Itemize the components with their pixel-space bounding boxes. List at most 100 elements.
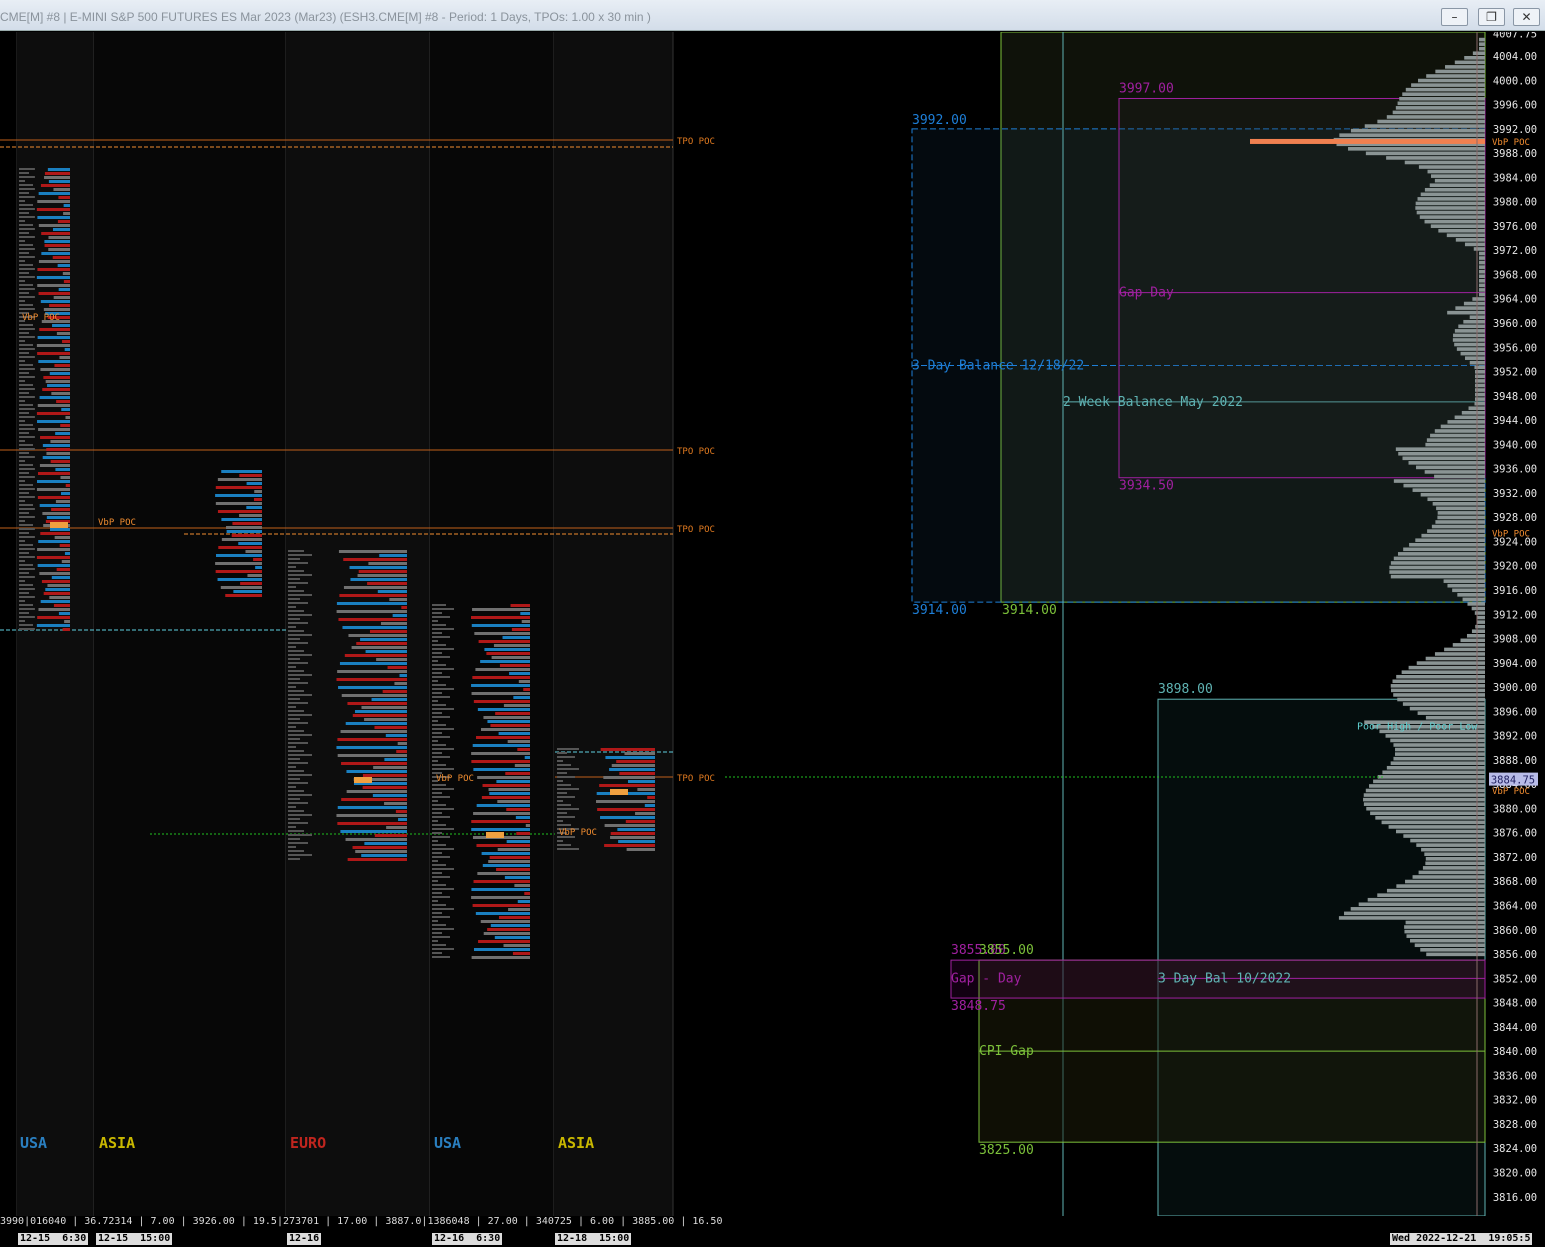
session-profile-bar — [245, 550, 262, 553]
tpo-letters — [19, 396, 35, 398]
session-profile-bar — [510, 604, 530, 607]
tpo-letters — [432, 760, 438, 762]
volume-profile-bar — [1454, 329, 1485, 333]
volume-profile-bar — [1437, 511, 1485, 515]
session-profile-bar — [521, 620, 530, 623]
session-profile-bar — [39, 328, 70, 331]
restore-button[interactable]: ❐ — [1478, 8, 1505, 26]
volume-profile-bar — [1456, 347, 1485, 351]
volume-profile-bar — [1436, 506, 1485, 511]
volume-profile-bar — [1464, 356, 1485, 360]
volume-profile-bar — [1390, 574, 1485, 579]
session-profile-bar — [42, 388, 70, 391]
session-profile-bar — [47, 584, 70, 587]
tpo-letters — [432, 892, 442, 894]
session-profile-bar — [477, 708, 530, 711]
session-profile-bar — [480, 660, 530, 663]
tpo-letters — [288, 654, 312, 656]
tpo-letters — [432, 688, 454, 690]
volume-profile-bar — [1419, 215, 1485, 219]
session-profile-bar — [221, 470, 262, 473]
session-profile-bar — [346, 770, 407, 773]
tpo-letters — [19, 548, 35, 550]
tpo-letters — [432, 944, 446, 946]
price-tick: 3872.00 — [1493, 852, 1537, 864]
market-profile-chart[interactable]: 4007.75 4004.00 4000.00 3996.00 3992.00 3988.… — [0, 32, 1545, 1216]
tpo-letters — [432, 864, 446, 866]
tpo-letters — [19, 620, 25, 622]
session-profile-bar — [471, 820, 530, 823]
session-profile-bar — [231, 534, 262, 537]
volume-profile-bar — [1348, 147, 1485, 151]
volume-profile-bar — [1425, 656, 1485, 661]
tpo-letters — [432, 656, 450, 658]
session-profile-bar — [62, 628, 70, 631]
session-profile-bar — [524, 892, 530, 895]
session-profile-bar — [37, 564, 70, 567]
tpo-letters — [288, 858, 300, 860]
minimize-button[interactable]: – — [1441, 8, 1468, 26]
volume-profile-bar — [1415, 538, 1485, 543]
session-profile-bar — [37, 420, 70, 423]
tpo-letters — [19, 568, 35, 570]
tpo-letters — [432, 948, 454, 950]
tpo-letters — [432, 956, 450, 958]
tpo-letters — [19, 532, 29, 534]
session-profile-bar — [215, 562, 262, 565]
session-profile-bar — [38, 428, 70, 431]
tpo-letters — [19, 364, 33, 366]
session-profile-bar — [609, 768, 655, 771]
volume-profile-bar — [1417, 78, 1485, 83]
session-profile-bar — [364, 718, 407, 721]
session-profile-bar — [60, 424, 70, 427]
session-profile-bar — [644, 804, 655, 807]
tpo-letters — [19, 252, 29, 254]
tpo-letters — [432, 788, 454, 790]
tpo-letters — [288, 730, 304, 732]
close-button[interactable]: ✕ — [1513, 8, 1540, 26]
balance-low-label: 3914.00 — [912, 603, 967, 618]
session-profile-bar — [38, 224, 70, 227]
tpo-letters — [557, 796, 575, 798]
tpo-letters — [288, 738, 300, 740]
volume-profile-bar — [1373, 779, 1485, 784]
session-profile-bar — [340, 730, 407, 733]
volume-profile-bar — [1425, 856, 1485, 861]
tpo-letters — [432, 616, 450, 618]
last-price-label: 3884.75 — [1491, 775, 1535, 787]
session-profile-bar — [394, 682, 407, 685]
tpo-letters — [288, 750, 304, 752]
session-profile-bar — [508, 908, 530, 911]
volume-profile-bar — [1479, 292, 1485, 297]
tpo-letters — [19, 292, 29, 294]
tpo-letters — [19, 500, 25, 502]
volume-profile-bar — [1416, 843, 1485, 847]
session-profile-bar — [52, 256, 70, 259]
session-profile-bar — [481, 796, 530, 799]
tpo-letters — [19, 576, 35, 578]
session-profile-bar — [337, 822, 407, 825]
volume-profile-bar — [1366, 806, 1485, 811]
tpo-letters — [288, 574, 312, 576]
session-profile-bar — [54, 364, 70, 367]
session-profile-bar — [52, 324, 70, 327]
volume-profile-bar — [1416, 661, 1485, 665]
session-column — [554, 32, 673, 1216]
session-profile-bar — [471, 692, 530, 695]
bal10-label: 3 Day Bal 10/2022 — [1158, 971, 1291, 986]
tpo-letters — [557, 808, 579, 810]
session-profile-bar — [480, 920, 530, 923]
balance-label: 3 Day Balance 12/18/22 — [912, 358, 1084, 373]
tpo-letters — [288, 718, 300, 720]
tpo-letters — [19, 236, 35, 238]
tpo-letters — [557, 848, 579, 850]
session-profile-bar — [341, 798, 407, 801]
session-profile-bar — [627, 780, 655, 783]
tpo-letters — [19, 528, 35, 530]
session-profile-bar — [339, 594, 407, 597]
tpo-letters — [19, 496, 35, 498]
session-profile-bar — [396, 750, 407, 753]
session-profile-bar — [626, 848, 655, 851]
tpo-letters — [288, 558, 300, 560]
volume-profile-bar — [1424, 852, 1485, 857]
